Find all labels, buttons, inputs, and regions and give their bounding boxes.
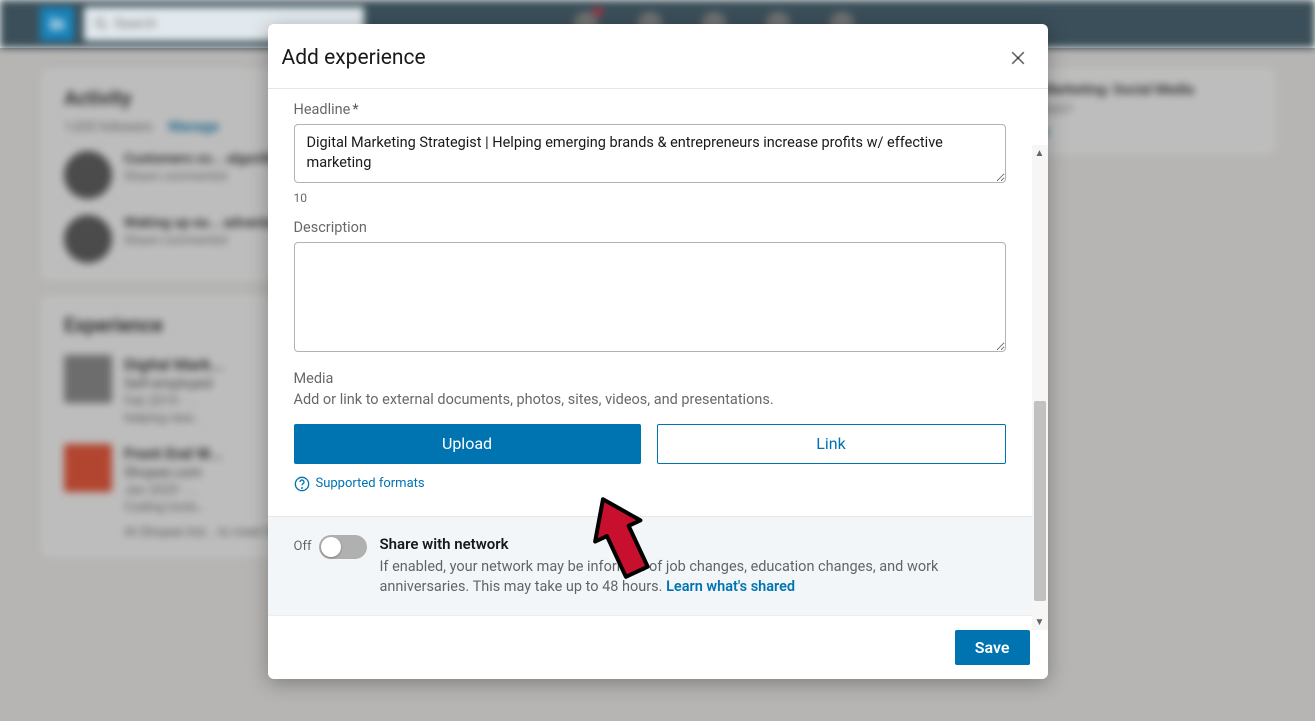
media-help-text: Add or link to external documents, photo…: [294, 391, 1006, 408]
share-title: Share with network: [379, 535, 1021, 553]
close-button[interactable]: [1002, 42, 1034, 74]
link-button[interactable]: Link: [657, 424, 1006, 464]
share-network-section: Off Share with network If enabled, your …: [268, 516, 1048, 616]
supported-formats-link[interactable]: Supported formats: [294, 476, 1006, 492]
media-label: Media: [294, 370, 1006, 387]
headline-label: Headline*: [294, 101, 1006, 118]
add-experience-modal: Add experience Headline* 10 Description …: [268, 24, 1048, 679]
scroll-down-arrow[interactable]: ▼: [1032, 614, 1048, 630]
scrollbar-thumb[interactable]: [1034, 401, 1046, 601]
headline-group: Headline* 10: [294, 101, 1006, 205]
description-label: Description: [294, 219, 1006, 236]
share-toggle[interactable]: [319, 535, 367, 559]
headline-input[interactable]: [294, 124, 1006, 183]
search-placeholder: Search: [114, 16, 157, 32]
close-icon: [1008, 48, 1028, 68]
supported-formats-text: Supported formats: [316, 476, 425, 491]
toggle-state-label: Off: [294, 539, 312, 554]
scroll-up-arrow[interactable]: ▲: [1032, 145, 1048, 161]
linkedin-logo[interactable]: in: [40, 7, 74, 41]
modal-header: Add experience: [268, 24, 1048, 89]
modal-footer: Save: [268, 615, 1048, 679]
help-icon: [294, 476, 310, 492]
description-input[interactable]: [294, 242, 1006, 352]
learn-shared-link[interactable]: Learn what's shared: [666, 578, 795, 595]
toggle-thumb: [321, 537, 341, 557]
save-button[interactable]: Save: [955, 630, 1030, 665]
scrollbar-track[interactable]: ▲ ▼: [1032, 145, 1048, 630]
description-group: Description: [294, 219, 1006, 356]
modal-body[interactable]: Headline* 10 Description Media Add or li…: [268, 89, 1032, 516]
upload-button[interactable]: Upload: [294, 424, 641, 464]
share-description: If enabled, your network may be informed…: [379, 557, 1021, 598]
search-icon: [94, 17, 108, 31]
media-section: Media Add or link to external documents,…: [294, 370, 1006, 492]
modal-title: Add experience: [282, 46, 426, 70]
headline-char-count: 10: [294, 191, 1006, 205]
